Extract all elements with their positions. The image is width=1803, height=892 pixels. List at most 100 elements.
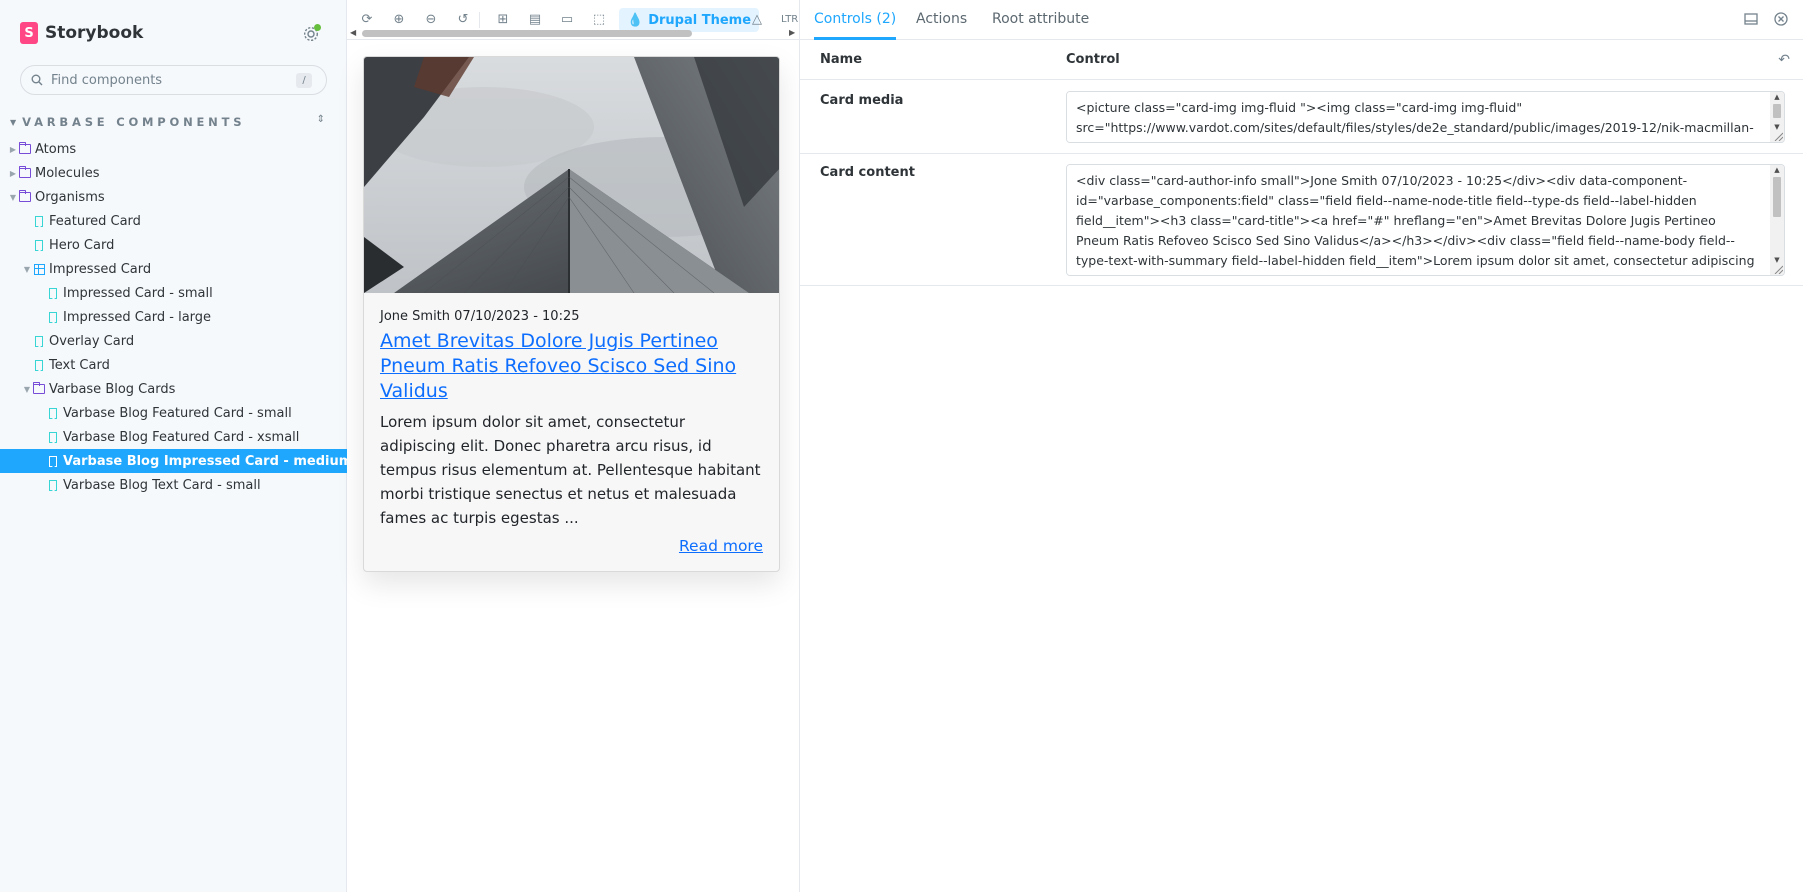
section-header[interactable]: ▼ VARBASE COMPONENTS ⇕ [10,114,325,130]
sidebar-item-impressed-card-small[interactable]: Impressed Card - small [0,281,347,305]
read-more-link[interactable]: Read more [679,537,763,555]
sidebar-item-varbase-blog-featured-card-xsmall[interactable]: Varbase Blog Featured Card - xsmall [0,425,347,449]
sidebar-item-overlay-card[interactable]: Overlay Card [0,329,347,353]
bookmark-icon [33,335,45,347]
preview-area: ⟳ ⊕ ⊖ ↺ ⊞ ▤ ▭ ⬚ 💧 Drupal Theme △ LTR ◀ ▶ [347,0,799,892]
sidebar-item-label: Impressed Card [49,261,152,277]
search-input[interactable] [51,72,281,88]
outline-icon[interactable]: ⬚ [591,12,607,28]
sidebar-item-atoms[interactable]: ▶ Atoms [0,137,347,161]
sidebar-item-label: Varbase Blog Text Card - small [63,477,261,493]
folder-icon [32,382,45,395]
folder-icon [18,190,31,203]
sidebar-item-label: Text Card [49,357,110,373]
sidebar-item-label: Overlay Card [49,333,135,349]
close-icon[interactable] [1774,12,1790,28]
chevron-right-icon[interactable]: ▶ [8,169,18,178]
component-icon [33,263,45,275]
grid-icon[interactable]: ⊞ [495,12,511,28]
bookmark-icon [47,311,59,323]
component-tree: ▶ Atoms ▶ Molecules ▼ Organisms Featured Card H… [0,137,352,497]
tab-root-attribute[interactable]: Root attribute [992,0,1089,40]
search-shortcut-hint: / [296,73,312,88]
viewport-icon[interactable]: ▭ [559,12,575,28]
reload-icon[interactable]: ⟳ [359,12,375,28]
control-row-card-media: Card media ▲ ▼ [800,80,1803,154]
sidebar-item-label: Organisms [35,189,105,205]
sidebar: S Storybook / ▼ VARBASE COMPONENTS ⇕ ▶ At… [0,0,352,892]
scroll-up-icon[interactable]: ▲ [1770,166,1784,174]
scrollbar-thumb[interactable] [1773,177,1781,217]
card-title-link[interactable]: Amet Brevitas Dolore Jugis Pertineo Pneu… [380,329,765,404]
textarea-scrollbar[interactable]: ▲ ▼ [1770,165,1784,275]
bookmark-icon [47,479,59,491]
theme-label: Drupal Theme [648,12,752,28]
expand-all-icon[interactable]: ⇕ [317,114,325,125]
card-media-textarea[interactable] [1067,92,1767,142]
zoom-in-icon[interactable]: ⊕ [391,12,407,28]
resize-grip-icon[interactable] [1773,131,1783,141]
sidebar-item-featured-card[interactable]: Featured Card [0,209,347,233]
scroll-up-icon[interactable]: ▲ [1770,93,1784,101]
resize-grip-icon[interactable] [1773,264,1783,274]
control-name: Card media [820,93,904,108]
bookmark-icon [47,431,59,443]
scroll-down-icon[interactable]: ▼ [1770,256,1784,264]
bookmark-icon [33,239,45,251]
card-body: Jone Smith 07/10/2023 - 10:25 Amet Brevi… [380,309,765,530]
sidebar-item-label: Atoms [35,141,77,157]
scrollbar-thumb[interactable] [1773,104,1781,118]
chevron-right-icon[interactable]: ▶ [8,145,18,154]
sidebar-item-molecules[interactable]: ▶ Molecules [0,161,347,185]
background-icon[interactable]: ▤ [527,12,543,28]
sidebar-item-varbase-blog-impressed-card-medium[interactable]: Varbase Blog Impressed Card - medium [0,449,352,473]
bookmark-icon [47,287,59,299]
control-row-card-content: Card content ▲ ▼ [800,154,1803,286]
sidebar-item-impressed-card-large[interactable]: Impressed Card - large [0,305,347,329]
search-field[interactable]: / [20,65,327,95]
tab-controls[interactable]: Controls (2) [814,0,897,40]
zoom-out-icon[interactable]: ⊖ [423,12,439,28]
scroll-right-icon[interactable]: ▶ [789,27,795,39]
storybook-logo-icon: S [20,22,38,44]
sidebar-item-label: Varbase Blog Featured Card - small [63,405,292,421]
controls-header: Name Control ↶ [800,40,1803,80]
drop-icon: 💧 [627,12,644,28]
sidebar-item-organisms[interactable]: ▼ Organisms [0,185,347,209]
scrollbar-thumb[interactable] [362,30,692,37]
measure-icon[interactable]: △ [749,12,765,28]
scroll-left-icon[interactable]: ◀ [350,27,356,39]
sidebar-item-varbase-blog-featured-card-small[interactable]: Varbase Blog Featured Card - small [0,401,347,425]
card-image [364,57,779,293]
chevron-down-icon[interactable]: ▼ [8,193,18,202]
bookmark-icon [47,407,59,419]
toolbar-divider [479,12,480,28]
zoom-reset-icon[interactable]: ↺ [455,12,471,28]
reset-controls-icon[interactable]: ↶ [1778,52,1790,68]
sidebar-item-impressed-card[interactable]: ▼ Impressed Card [0,257,347,281]
scroll-down-icon[interactable]: ▼ [1770,123,1784,131]
panel-tabs: Controls (2) Actions Root attribute [800,0,1803,40]
chevron-down-icon[interactable]: ▼ [22,265,32,274]
chevron-down-icon[interactable]: ▼ [22,385,32,394]
sidebar-item-varbase-blog-text-card-small[interactable]: Varbase Blog Text Card - small [0,473,347,497]
sidebar-item-label: Impressed Card - large [63,309,212,325]
tab-actions[interactable]: Actions [916,0,967,40]
section-title: VARBASE COMPONENTS [22,115,246,129]
sidebar-item-varbase-blog-cards[interactable]: ▼ Varbase Blog Cards [0,377,347,401]
sidebar-item-text-card[interactable]: Text Card [0,353,347,377]
brand[interactable]: S Storybook [20,22,143,44]
search-icon [31,74,43,86]
bookmark-icon [47,455,59,467]
bookmark-icon [33,215,45,227]
sidebar-item-hero-card[interactable]: Hero Card [0,233,347,257]
toolbar-scrollbar[interactable]: ◀ ▶ [347,27,799,39]
addons-panel: Controls (2) Actions Root attribute Name… [799,0,1803,892]
control-column-header: Control [1066,52,1120,67]
preview-toolbar: ⟳ ⊕ ⊖ ↺ ⊞ ▤ ▭ ⬚ 💧 Drupal Theme △ LTR ◀ ▶ [347,0,799,40]
direction-toggle[interactable]: LTR [781,14,798,25]
settings-gear-icon[interactable] [302,24,321,43]
sidebar-item-label: Featured Card [49,213,141,229]
card-content-textarea[interactable] [1067,165,1767,275]
panel-position-icon[interactable] [1744,12,1760,28]
